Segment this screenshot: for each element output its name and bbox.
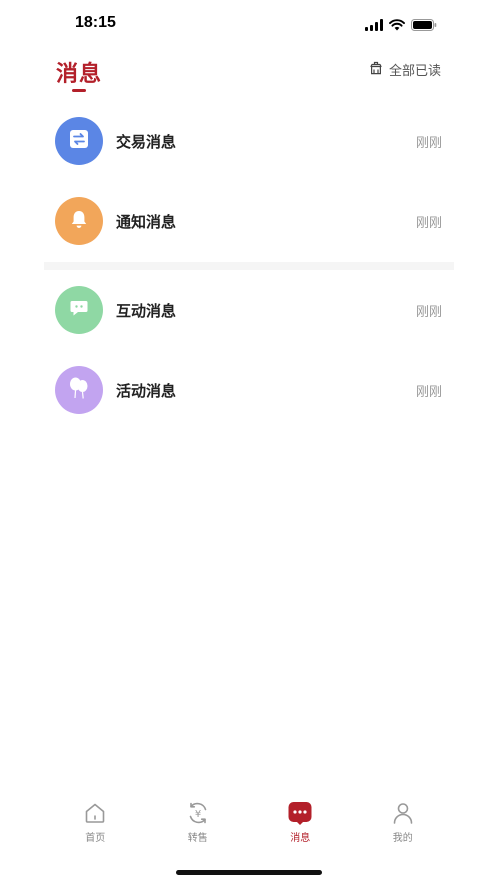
mark-all-read-button[interactable]: 全部已读 <box>369 60 441 79</box>
resale-icon: ¥ <box>185 800 211 826</box>
tab-profile[interactable]: 我的 <box>352 800 455 850</box>
tab-home[interactable]: 首页 <box>44 800 147 850</box>
status-time: 18:15 <box>75 14 116 31</box>
battery-icon <box>411 16 437 35</box>
page-title: 消息 <box>56 62 103 87</box>
notice-avatar <box>55 197 103 245</box>
trade-avatar <box>55 117 103 165</box>
message-item-interaction[interactable]: 互动消息 刚刚 <box>44 270 454 350</box>
tab-messages[interactable]: 消息 <box>249 800 352 850</box>
bell-icon <box>68 208 90 234</box>
chat-icon <box>68 297 90 323</box>
status-bar: 18:15 <box>0 0 497 48</box>
tab-label: 转售 <box>187 833 208 844</box>
tab-label: 我的 <box>392 833 413 844</box>
message-title: 交易消息 <box>116 132 177 151</box>
message-item-activity[interactable]: 活动消息 刚刚 <box>44 350 454 430</box>
message-item-trade[interactable]: 交易消息 刚刚 <box>44 101 454 181</box>
mark-all-read-label: 全部已读 <box>388 64 441 79</box>
interaction-avatar <box>55 286 103 334</box>
message-item-notice[interactable]: 通知消息 刚刚 <box>44 181 454 261</box>
exchange-icon <box>68 128 90 154</box>
balloon-icon <box>66 375 92 405</box>
message-title: 活动消息 <box>116 381 177 400</box>
tab-label: 首页 <box>85 833 106 844</box>
message-time: 刚刚 <box>415 304 442 320</box>
message-title: 通知消息 <box>116 212 177 231</box>
header: 消息 全部已读 <box>0 48 497 104</box>
activity-avatar <box>55 366 103 414</box>
message-time: 刚刚 <box>415 384 442 400</box>
signal-icon <box>365 16 383 35</box>
tab-bar: 首页 ¥ 转售 消息 我的 <box>44 800 454 850</box>
message-time: 刚刚 <box>415 135 442 151</box>
title-underline <box>72 89 86 92</box>
svg-text:¥: ¥ <box>195 809 201 820</box>
status-icons <box>365 16 437 35</box>
wifi-icon <box>389 16 405 35</box>
message-icon <box>287 800 313 826</box>
home-indicator <box>176 870 322 875</box>
message-title: 互动消息 <box>116 301 177 320</box>
section-divider <box>44 262 454 270</box>
tab-label: 消息 <box>290 833 311 844</box>
profile-icon <box>390 800 416 826</box>
message-time: 刚刚 <box>415 215 442 231</box>
home-icon <box>82 800 108 826</box>
clean-icon <box>369 60 383 79</box>
tab-resale[interactable]: ¥ 转售 <box>147 800 250 850</box>
